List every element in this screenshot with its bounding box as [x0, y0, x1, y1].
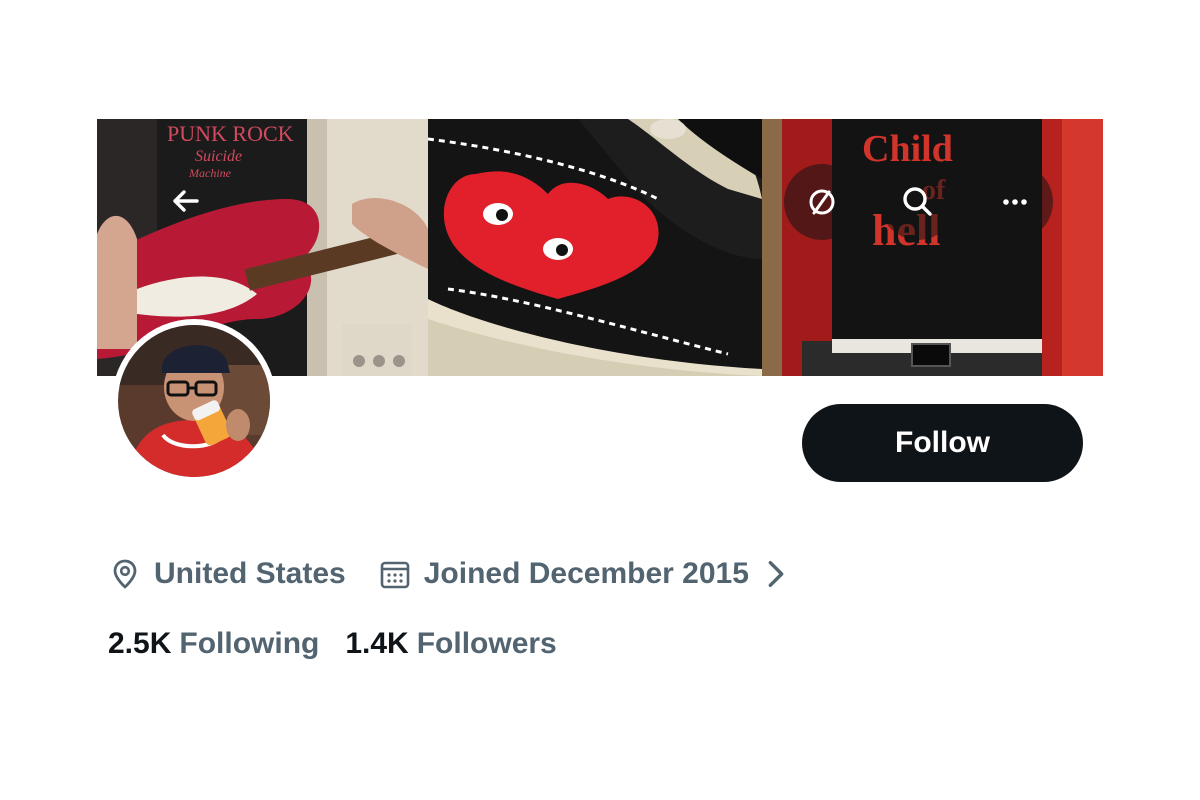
search-icon [903, 187, 932, 216]
svg-text:Suicide: Suicide [195, 148, 242, 165]
back-button[interactable] [147, 163, 223, 239]
following-count: 2.5K [108, 627, 172, 660]
arrow-left-icon [173, 190, 199, 212]
more-horizontal-icon [1003, 199, 1027, 205]
grok-button[interactable] [784, 164, 860, 240]
svg-text:PUNK ROCK: PUNK ROCK [167, 121, 294, 146]
location-text: United States [154, 557, 346, 590]
location: United States [108, 557, 346, 591]
calendar-icon [380, 561, 410, 589]
profile-meta: United States Joined December 2015 [108, 552, 805, 596]
following-label: Following [179, 627, 320, 660]
follow-button[interactable]: Follow [802, 404, 1083, 482]
more-button[interactable] [977, 164, 1053, 240]
join-date-text: Joined December 2015 [423, 557, 749, 590]
followers-count: 1.4K [345, 627, 409, 660]
followers-link[interactable]: 1.4K Followers [345, 627, 556, 661]
grok-icon [809, 189, 835, 215]
profile-banner[interactable]: PUNK ROCK Suicide Machine Child [97, 119, 1103, 376]
join-date[interactable]: Joined December 2015 [378, 557, 805, 591]
chevron-right-icon [768, 560, 784, 588]
followers-label: Followers [416, 627, 557, 660]
location-pin-icon [113, 559, 137, 589]
search-button[interactable] [880, 164, 956, 240]
avatar[interactable] [112, 319, 276, 483]
profile-stats: 2.5K Following 1.4K Followers [108, 624, 557, 664]
avatar-photo [118, 325, 270, 477]
following-link[interactable]: 2.5K Following [108, 627, 319, 661]
svg-text:Child: Child [862, 128, 953, 170]
banner-image-sneaker [428, 119, 762, 376]
banner-image-shirt: Child of hell [762, 119, 1103, 376]
